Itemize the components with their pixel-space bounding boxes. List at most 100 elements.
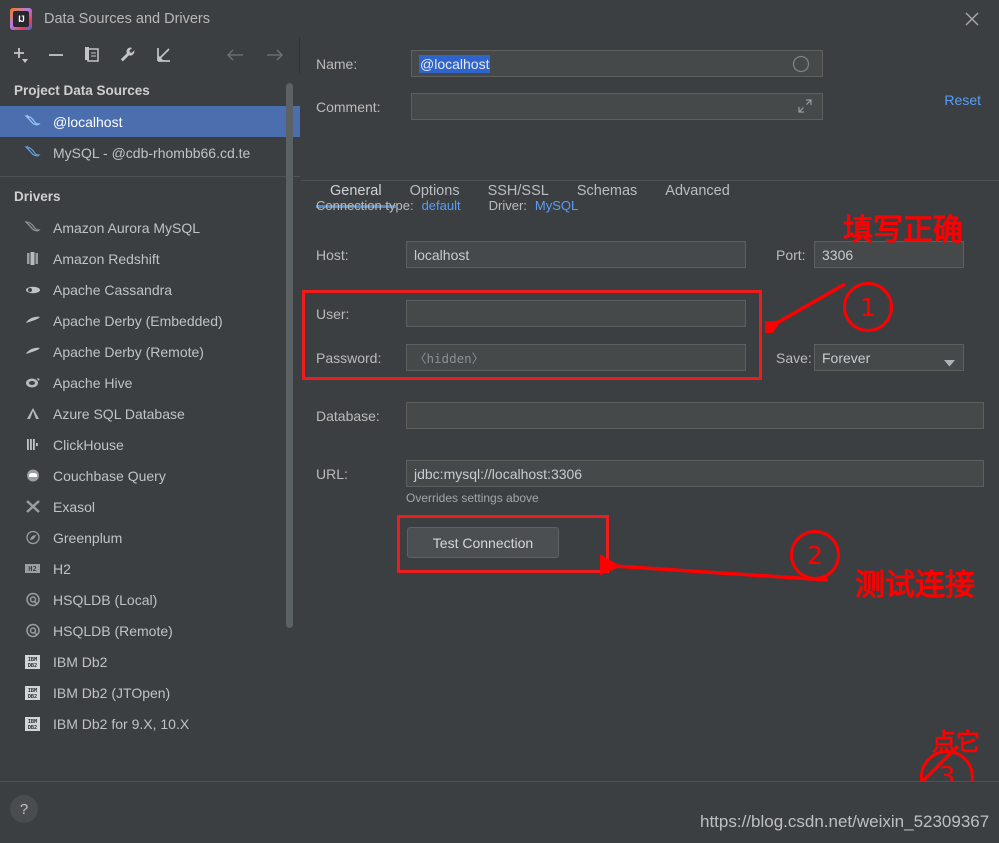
annotation-note-2: 测试连接: [855, 568, 975, 603]
title-bar: IJ Data Sources and Drivers: [0, 0, 999, 37]
import-icon[interactable]: [154, 45, 174, 65]
reset-link[interactable]: Reset: [944, 92, 981, 108]
clickhouse-icon: [22, 436, 44, 454]
sidebar-item-apache-hive[interactable]: Apache Hive: [0, 367, 300, 398]
password-placeholder: 〈hidden〉: [414, 351, 485, 366]
sidebar-item-label: Amazon Redshift: [53, 250, 160, 267]
sidebar-item-apache-derby-remote[interactable]: Apache Derby (Remote): [0, 336, 300, 367]
sidebar-item-amazon-redshift[interactable]: Amazon Redshift: [0, 243, 300, 274]
sidebar-item-azure-sql-database[interactable]: Azure SQL Database: [0, 398, 300, 429]
forward-arrow-icon[interactable]: [265, 45, 285, 65]
user-row: User:: [316, 300, 746, 327]
sidebar-list[interactable]: Project Data Sources @localhost MySQL - …: [0, 73, 300, 781]
greenplum-icon: [22, 529, 44, 547]
sidebar-item-couchbase-query[interactable]: Couchbase Query: [0, 460, 300, 491]
save-dropdown[interactable]: Forever: [814, 344, 964, 371]
redshift-icon: [22, 250, 44, 268]
sidebar-item-label: Greenplum: [53, 529, 123, 546]
tab-advanced[interactable]: Advanced: [651, 180, 744, 208]
driver-value[interactable]: MySQL: [535, 198, 578, 213]
sidebar-item-apache-derby-embedded[interactable]: Apache Derby (Embedded): [0, 305, 300, 336]
tab-separator: [301, 180, 999, 181]
sidebar-item-localhost[interactable]: @localhost: [0, 106, 300, 137]
url-hint: Overrides settings above: [406, 491, 539, 505]
sidebar-item-label: IBM Db2 (JTOpen): [53, 684, 171, 701]
connection-type-value[interactable]: default: [422, 198, 461, 213]
annotation-note-1: 填写正确: [843, 213, 963, 248]
svg-text:H2: H2: [28, 565, 36, 573]
derby-icon: [22, 343, 44, 361]
port-label: Port:: [776, 246, 806, 263]
svg-text:DB2: DB2: [28, 663, 37, 669]
sidebar-item-ibm-db2-9x-10x[interactable]: IBM DB2 IBM Db2 for 9.X, 10.X: [0, 708, 300, 739]
sidebar-item-hsqldb-remote[interactable]: HSQLDB (Remote): [0, 615, 300, 646]
svg-text:DB2: DB2: [28, 725, 37, 731]
url-input[interactable]: jdbc:mysql://localhost:3306: [406, 460, 984, 487]
sidebar-item-label: ClickHouse: [53, 436, 124, 453]
ibm-db2-icon: IBM DB2: [22, 684, 44, 702]
sidebar-item-exasol[interactable]: Exasol: [0, 491, 300, 522]
annotation-arrow-1: [765, 282, 846, 333]
sidebar-item-clickhouse[interactable]: ClickHouse: [0, 429, 300, 460]
sidebar-item-label: IBM Db2 for 9.X, 10.X: [53, 715, 190, 732]
sidebar-toolbar: [0, 37, 299, 73]
name-label: Name:: [316, 55, 358, 72]
sidebar-item-label: H2: [53, 560, 71, 577]
annotation-circle-1: 1: [843, 282, 893, 332]
host-input[interactable]: localhost: [406, 241, 746, 268]
close-icon[interactable]: [959, 7, 985, 31]
name-input-value: @localhost: [419, 54, 491, 73]
sidebar-item-label: MySQL - @cdb-rhombb66.cd.te: [53, 144, 251, 161]
hsqldb-icon: [22, 591, 44, 609]
comment-input[interactable]: [411, 93, 823, 120]
window-title: Data Sources and Drivers: [44, 10, 211, 27]
sidebar-item-hsqldb-local[interactable]: HSQLDB (Local): [0, 584, 300, 615]
sidebar-item-label: Azure SQL Database: [53, 405, 185, 422]
name-input[interactable]: @localhost: [411, 50, 823, 77]
sidebar-item-label: Couchbase Query: [53, 467, 166, 484]
sidebar-nav-group: [225, 45, 299, 65]
comment-row: Comment:: [316, 93, 823, 120]
sidebar-item-label: Apache Derby (Embedded): [53, 312, 223, 329]
remove-icon[interactable]: [46, 45, 66, 65]
connection-type-row: Connection type: default Driver: MySQL: [316, 198, 578, 213]
wrench-icon[interactable]: [118, 45, 138, 65]
add-icon[interactable]: [10, 45, 30, 65]
ibm-db2-icon: IBM DB2: [22, 653, 44, 671]
user-input[interactable]: [406, 300, 746, 327]
password-input[interactable]: 〈hidden〉: [406, 344, 746, 371]
question-mark-icon[interactable]: ?: [10, 795, 38, 823]
data-sources-dialog: IJ Data Sources and Drivers Project Data…: [0, 0, 999, 843]
exasol-icon: [22, 498, 44, 516]
sidebar-scrollbar[interactable]: [286, 83, 293, 628]
data-sources-sidebar: Project Data Sources @localhost MySQL - …: [0, 37, 300, 781]
sidebar-item-label: IBM Db2: [53, 653, 108, 670]
mysql-dolphin-icon: [22, 144, 44, 162]
chevron-down-icon: [944, 354, 955, 370]
sidebar-item-h2[interactable]: H2 H2: [0, 553, 300, 584]
hsqldb-icon: [22, 622, 44, 640]
url-input-value: jdbc:mysql://localhost:3306: [414, 465, 583, 482]
url-row: URL: jdbc:mysql://localhost:3306: [316, 460, 984, 487]
sidebar-item-label: Apache Hive: [53, 374, 133, 391]
database-input[interactable]: [406, 402, 984, 429]
sidebar-item-label: HSQLDB (Local): [53, 591, 158, 608]
sidebar-item-label: Apache Derby (Remote): [53, 343, 204, 360]
azure-icon: [22, 405, 44, 423]
connection-type-label: Connection type:: [316, 198, 414, 213]
sidebar-item-ibm-db2-jtopen[interactable]: IBM DB2 IBM Db2 (JTOpen): [0, 677, 300, 708]
expand-icon[interactable]: [797, 98, 813, 117]
host-label: Host:: [316, 246, 349, 263]
url-label: URL:: [316, 465, 348, 482]
sidebar-item-amazon-aurora-mysql[interactable]: Amazon Aurora MySQL: [0, 212, 300, 243]
sidebar-item-ibm-db2[interactable]: IBM DB2 IBM Db2: [0, 646, 300, 677]
copy-icon[interactable]: [82, 45, 102, 65]
test-connection-button[interactable]: Test Connection: [407, 527, 559, 558]
annotation-circle-2: 2: [790, 530, 840, 580]
sidebar-item-greenplum[interactable]: Greenplum: [0, 522, 300, 553]
sidebar-item-apache-cassandra[interactable]: Apache Cassandra: [0, 274, 300, 305]
back-arrow-icon[interactable]: [225, 45, 245, 65]
h2-icon: H2: [22, 560, 44, 578]
sidebar-item-mysql-remote[interactable]: MySQL - @cdb-rhombb66.cd.te: [0, 137, 300, 168]
group-title-drivers: Drivers: [14, 189, 61, 204]
